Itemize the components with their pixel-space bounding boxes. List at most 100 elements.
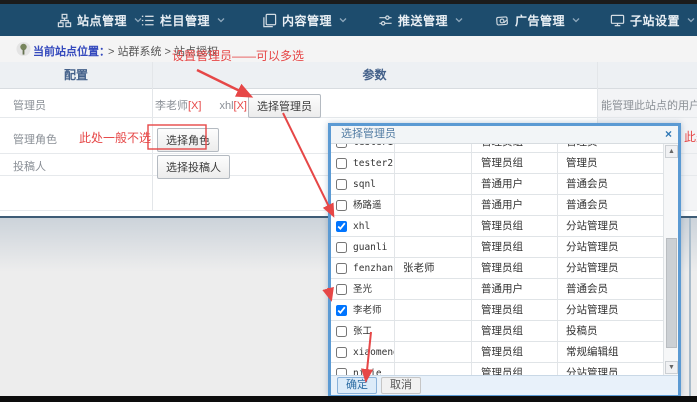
user-checkbox[interactable] <box>336 221 347 232</box>
user-checkbox[interactable] <box>336 347 347 358</box>
dialog-titlebar: 选择管理员 × <box>331 126 678 144</box>
ad-icon <box>495 13 510 28</box>
user-role: 投稿员 <box>558 321 663 341</box>
admin-description: 能管理此站点的用户,所选之 <box>601 97 697 113</box>
user-row: fenzhan 张老师 管理员组 分站管理员 <box>331 258 663 279</box>
user-group: 普通用户 <box>472 195 558 215</box>
scrollbar-thumb[interactable] <box>666 238 677 348</box>
selected-admin-tag: 李老师[X] <box>155 100 201 112</box>
user-group: 普通用户 <box>472 174 558 194</box>
remove-tag-link[interactable]: [X] <box>188 100 201 112</box>
user-realname <box>395 342 472 362</box>
nav-item-3[interactable]: 内容管理 <box>262 4 347 36</box>
user-realname <box>395 153 472 173</box>
sitemap-icon <box>57 13 72 28</box>
user-group: 管理员组 <box>472 153 558 173</box>
user-role: 分站管理员 <box>558 237 663 257</box>
user-checkbox[interactable] <box>336 368 347 376</box>
breadcrumb: 当前站点位置： > 站群系统 > 站点授权 <box>0 36 697 62</box>
user-row: 李老师 管理员组 分站管理员 <box>331 300 663 321</box>
user-group: 普通用户 <box>472 279 558 299</box>
choose-admin-button[interactable]: 选择管理员 <box>248 94 321 118</box>
user-username: 张工 <box>353 321 372 341</box>
user-username: 杨路遥 <box>353 195 382 215</box>
nav-item-5[interactable]: 广告管理 <box>495 4 580 36</box>
window-bottom-strip <box>0 396 697 402</box>
close-icon[interactable]: × <box>665 126 672 143</box>
user-checkbox[interactable] <box>336 144 347 148</box>
remove-tag-link[interactable]: [X] <box>234 100 247 112</box>
nav-item-label: 子站设置 <box>630 12 680 29</box>
scrollbar[interactable]: ▲ ▼ <box>663 144 678 375</box>
chevron-down-icon <box>687 17 695 23</box>
dialog-title: 选择管理员 <box>341 126 396 143</box>
nav-item-1[interactable]: 站点管理 <box>57 4 142 36</box>
nav-item-6[interactable]: 子站设置 <box>610 4 695 36</box>
chevron-down-icon <box>572 17 580 23</box>
user-row: xhl 管理员组 分站管理员 <box>331 216 663 237</box>
user-list: tester1 管理员组 管理员 tester2 管理员组 管理员 sqnl 普… <box>331 144 663 375</box>
user-group: 管理员组 <box>472 300 558 320</box>
cancel-button[interactable]: 取消 <box>381 377 421 394</box>
user-role: 分站管理员 <box>558 363 663 375</box>
user-checkbox[interactable] <box>336 263 347 274</box>
chevron-down-icon <box>217 17 225 23</box>
user-row: 杨路遥 普通用户 普通会员 <box>331 195 663 216</box>
user-role: 分站管理员 <box>558 300 663 320</box>
nav-item-2[interactable]: 栏目管理 <box>140 4 225 36</box>
location-icon <box>16 41 31 57</box>
user-row: xiaomeng 管理员组 常规编辑组 <box>331 342 663 363</box>
annotation-role-skip: 此处一般不选 <box>79 129 151 146</box>
page-edge-line <box>689 218 691 396</box>
user-role: 分站管理员 <box>558 216 663 236</box>
user-role: 管理员 <box>558 153 663 173</box>
user-group: 管理员组 <box>472 363 558 375</box>
user-username: fenzhan <box>353 258 393 278</box>
scroll-up-icon[interactable]: ▲ <box>665 145 678 158</box>
user-group: 管理员组 <box>472 216 558 236</box>
header-config: 配置 <box>0 62 152 88</box>
user-realname <box>395 300 472 320</box>
user-username: tester2 <box>353 153 393 173</box>
scroll-down-icon[interactable]: ▼ <box>665 361 678 374</box>
user-username: 李老师 <box>353 300 382 320</box>
nav-item-label: 站点管理 <box>77 12 127 29</box>
user-role: 普通会员 <box>558 279 663 299</box>
user-role: 管理员 <box>558 144 663 152</box>
select-admin-dialog: 选择管理员 × tester1 管理员组 管理员 tester2 管理员组 管理… <box>328 123 681 396</box>
dialog-footer: 确定 取消 <box>331 375 678 395</box>
monitor-icon <box>610 13 625 28</box>
annotation-set-admin: 设置管理员——可以多选 <box>172 47 304 64</box>
user-checkbox[interactable] <box>336 305 347 316</box>
user-group: 管理员组 <box>472 321 558 341</box>
user-row: guanli 管理员组 分站管理员 <box>331 237 663 258</box>
tag-name: xhl <box>219 100 233 112</box>
user-checkbox[interactable] <box>336 326 347 337</box>
user-role: 分站管理员 <box>558 258 663 278</box>
user-checkbox[interactable] <box>336 158 347 169</box>
nav-item-label: 内容管理 <box>282 12 332 29</box>
user-realname <box>395 195 472 215</box>
user-checkbox[interactable] <box>336 242 347 253</box>
column-divider <box>152 62 153 210</box>
user-username: guanli <box>353 237 387 257</box>
user-realname <box>395 237 472 257</box>
user-realname <box>395 144 472 152</box>
choose-contributor-button[interactable]: 选择投稿人 <box>157 155 230 179</box>
user-checkbox[interactable] <box>336 284 347 295</box>
annotation-right-clipped: 此处 <box>684 128 697 145</box>
user-checkbox[interactable] <box>336 200 347 211</box>
user-group: 管理员组 <box>472 237 558 257</box>
table-header: 配置 参数 <box>0 62 697 89</box>
ok-button[interactable]: 确定 <box>337 377 377 394</box>
nav-item-4[interactable]: 推送管理 <box>378 4 463 36</box>
user-group: 管理员组 <box>472 258 558 278</box>
chevron-down-icon <box>455 17 463 23</box>
user-realname <box>395 279 472 299</box>
choose-role-button[interactable]: 选择角色 <box>157 128 219 152</box>
user-checkbox[interactable] <box>336 179 347 190</box>
list-icon <box>140 13 155 28</box>
user-row: sqnl 普通用户 普通会员 <box>331 174 663 195</box>
nav-item-label: 推送管理 <box>398 12 448 29</box>
user-row: 张工 管理员组 投稿员 <box>331 321 663 342</box>
